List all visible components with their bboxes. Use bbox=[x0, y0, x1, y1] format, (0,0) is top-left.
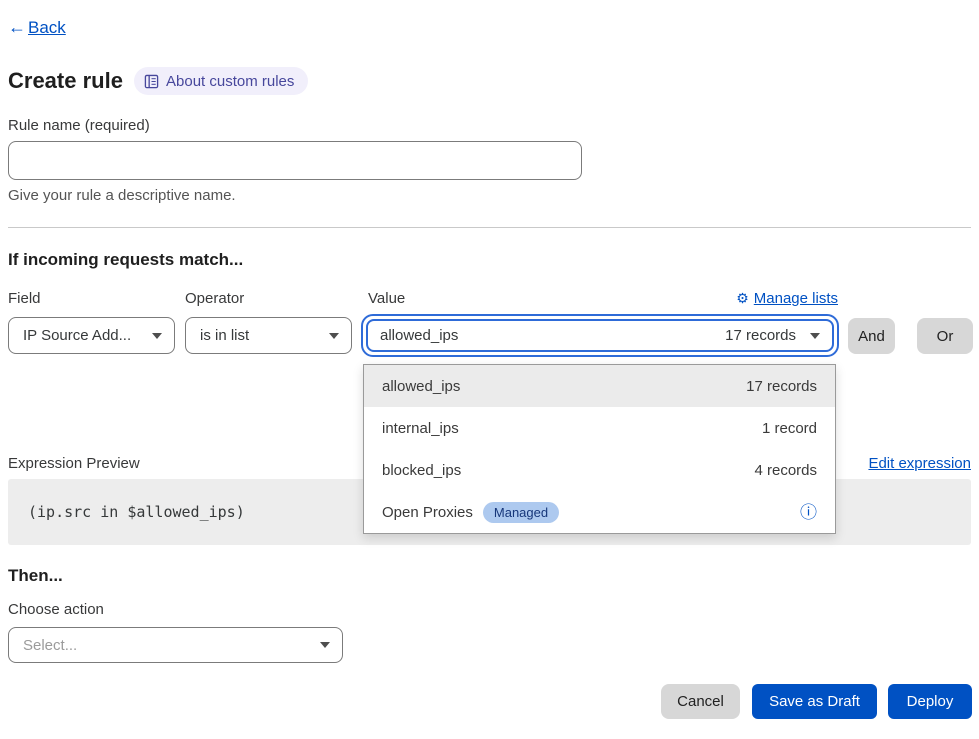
about-custom-rules-link[interactable]: About custom rules bbox=[134, 67, 308, 95]
dropdown-item-internal-ips[interactable]: internal_ips 1 record bbox=[364, 407, 835, 449]
choose-action-label: Choose action bbox=[8, 601, 104, 618]
back-link-label: Back bbox=[28, 18, 66, 38]
rule-name-helper: Give your rule a descriptive name. bbox=[8, 187, 236, 204]
value-select-value: allowed_ips bbox=[380, 327, 458, 344]
gear-icon: ⚙ bbox=[736, 290, 749, 307]
value-label: Value bbox=[368, 290, 405, 307]
expression-code: (ip.src in $allowed_ips) bbox=[28, 503, 245, 521]
deploy-button[interactable]: Deploy bbox=[888, 684, 972, 719]
list-name: blocked_ips bbox=[382, 462, 461, 479]
field-select[interactable]: IP Source Add... bbox=[8, 317, 175, 354]
managed-badge: Managed bbox=[483, 502, 559, 523]
or-button[interactable]: Or bbox=[917, 318, 973, 354]
chevron-down-icon bbox=[810, 333, 820, 339]
info-icon[interactable]: ⓘ bbox=[800, 504, 817, 521]
rule-name-label: Rule name (required) bbox=[8, 117, 150, 134]
list-record-count: 17 records bbox=[746, 378, 817, 395]
list-record-count: 1 record bbox=[762, 420, 817, 437]
chevron-down-icon bbox=[320, 642, 330, 648]
value-dropdown-panel: allowed_ips 17 records internal_ips 1 re… bbox=[363, 364, 836, 534]
page-title: Create rule bbox=[8, 68, 123, 94]
action-select-placeholder: Select... bbox=[23, 637, 77, 654]
value-select[interactable]: allowed_ips 17 records bbox=[366, 319, 834, 352]
value-select-focus-ring: allowed_ips 17 records bbox=[361, 314, 839, 357]
dropdown-item-open-proxies[interactable]: Open Proxies Managed ⓘ bbox=[364, 491, 835, 533]
and-button[interactable]: And bbox=[848, 318, 895, 354]
expression-preview-label: Expression Preview bbox=[8, 455, 140, 472]
manage-lists-label: Manage lists bbox=[754, 290, 838, 307]
field-label: Field bbox=[8, 290, 41, 307]
book-icon bbox=[144, 74, 159, 89]
dropdown-item-allowed-ips[interactable]: allowed_ips 17 records bbox=[364, 365, 835, 407]
create-rule-page: ← Back Create rule About custom rules Ru… bbox=[0, 0, 979, 739]
operator-select-value: is in list bbox=[200, 327, 249, 344]
list-record-count: 4 records bbox=[754, 462, 817, 479]
chevron-down-icon bbox=[152, 333, 162, 339]
chevron-down-icon bbox=[329, 333, 339, 339]
operator-select[interactable]: is in list bbox=[185, 317, 352, 354]
list-name: allowed_ips bbox=[382, 378, 460, 395]
manage-lists-link[interactable]: ⚙ Manage lists bbox=[736, 290, 838, 307]
operator-label: Operator bbox=[185, 290, 244, 307]
then-heading: Then... bbox=[8, 566, 63, 586]
section-divider bbox=[8, 227, 971, 228]
cancel-button[interactable]: Cancel bbox=[661, 684, 740, 719]
list-name: Open Proxies bbox=[382, 504, 473, 521]
value-select-count: 17 records bbox=[725, 327, 796, 344]
field-select-value: IP Source Add... bbox=[23, 327, 131, 344]
rule-name-input[interactable] bbox=[8, 141, 582, 180]
dropdown-item-blocked-ips[interactable]: blocked_ips 4 records bbox=[364, 449, 835, 491]
back-arrow-icon: ← bbox=[8, 17, 26, 38]
about-badge-label: About custom rules bbox=[166, 73, 294, 90]
save-as-draft-button[interactable]: Save as Draft bbox=[752, 684, 877, 719]
list-name: internal_ips bbox=[382, 420, 459, 437]
action-select[interactable]: Select... bbox=[8, 627, 343, 663]
match-heading: If incoming requests match... bbox=[8, 250, 243, 270]
back-link[interactable]: ← Back bbox=[8, 17, 66, 38]
edit-expression-link[interactable]: Edit expression bbox=[868, 455, 971, 472]
